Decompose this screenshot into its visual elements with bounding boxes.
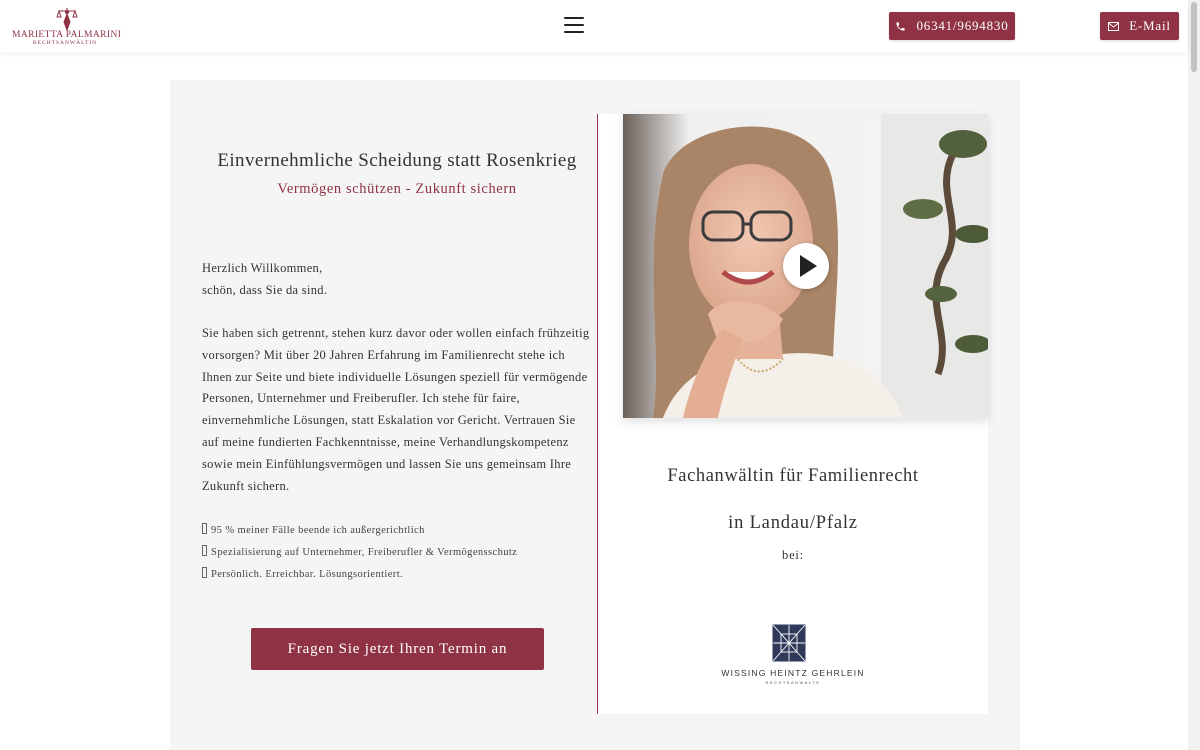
list-item-label: Spezialisierung auf Unternehmer, Freiber… <box>211 547 518 558</box>
check-icon <box>202 523 207 534</box>
intro-video[interactable] <box>623 114 988 418</box>
email-label: E-Mail <box>1129 18 1171 33</box>
site-logo[interactable]: MARIETTA PALMARINI RECHTSANWÄLTIN <box>10 6 122 46</box>
profile-bei: bei: <box>782 548 804 562</box>
scrollbar-thumb[interactable] <box>1191 2 1197 72</box>
firm-logo-icon <box>772 624 806 662</box>
list-item: 95 % meiner Fälle beende ich außergerich… <box>202 520 592 542</box>
logo-subtitle: RECHTSANWÄLTIN <box>32 40 98 46</box>
logo-name: MARIETTA PALMARINI <box>12 30 122 40</box>
email-button[interactable]: E-Mail <box>1100 12 1179 40</box>
appointment-button[interactable]: Fragen Sie jetzt Ihren Termin an <box>251 628 544 670</box>
page-subtitle: Vermögen schützen - Zukunft sichern <box>277 181 517 197</box>
page-scrollbar[interactable] <box>1188 0 1200 750</box>
phone-icon <box>895 21 906 32</box>
phone-label: 06341/9694830 <box>916 18 1009 33</box>
welcome-line-1: Herzlich Willkommen, <box>202 261 323 275</box>
profile-location: in Landau/Pfalz <box>728 513 858 533</box>
list-item: Persönlich. Erreichbar. Lösungsorientier… <box>202 564 592 586</box>
intro-column: Einvernehmliche Scheidung statt Rosenkri… <box>170 80 598 750</box>
hero-panel: Einvernehmliche Scheidung statt Rosenkri… <box>170 80 1020 750</box>
list-item: Spezialisierung auf Unternehmer, Freiber… <box>202 542 592 564</box>
profile-title: Fachanwältin für Familienrecht <box>667 466 919 486</box>
justitia-logo-icon <box>56 8 78 32</box>
check-icon <box>202 545 207 556</box>
list-item-label: 95 % meiner Fälle beende ich außergerich… <box>211 525 425 536</box>
welcome-text: Herzlich Willkommen, schön, dass Sie da … <box>202 258 592 301</box>
site-header: MARIETTA PALMARINI RECHTSANWÄLTIN 06341/… <box>0 0 1188 52</box>
firm-subtitle: RECHTSANWÄLTE <box>765 680 821 685</box>
page-title: Einvernehmliche Scheidung statt Rosenkri… <box>217 150 577 171</box>
mail-icon <box>1108 21 1120 31</box>
intro-paragraph: Sie haben sich getrennt, stehen kurz dav… <box>202 326 590 493</box>
firm-name: WISSING HEINTZ GEHRLEIN <box>721 668 865 678</box>
menu-icon[interactable] <box>564 17 584 33</box>
benefits-list: 95 % meiner Fälle beende ich außergerich… <box>202 520 592 586</box>
play-icon[interactable] <box>783 243 829 289</box>
firm-logo[interactable]: WISSING HEINTZ GEHRLEIN RECHTSANWÄLTE <box>598 622 988 702</box>
welcome-line-2: schön, dass Sie da sind. <box>202 282 328 297</box>
list-item-label: Persönlich. Erreichbar. Lösungsorientier… <box>211 569 404 580</box>
phone-button[interactable]: 06341/9694830 <box>889 12 1015 40</box>
check-icon <box>202 567 207 578</box>
profile-card: Fachanwältin für Familienrecht in Landau… <box>598 114 988 714</box>
